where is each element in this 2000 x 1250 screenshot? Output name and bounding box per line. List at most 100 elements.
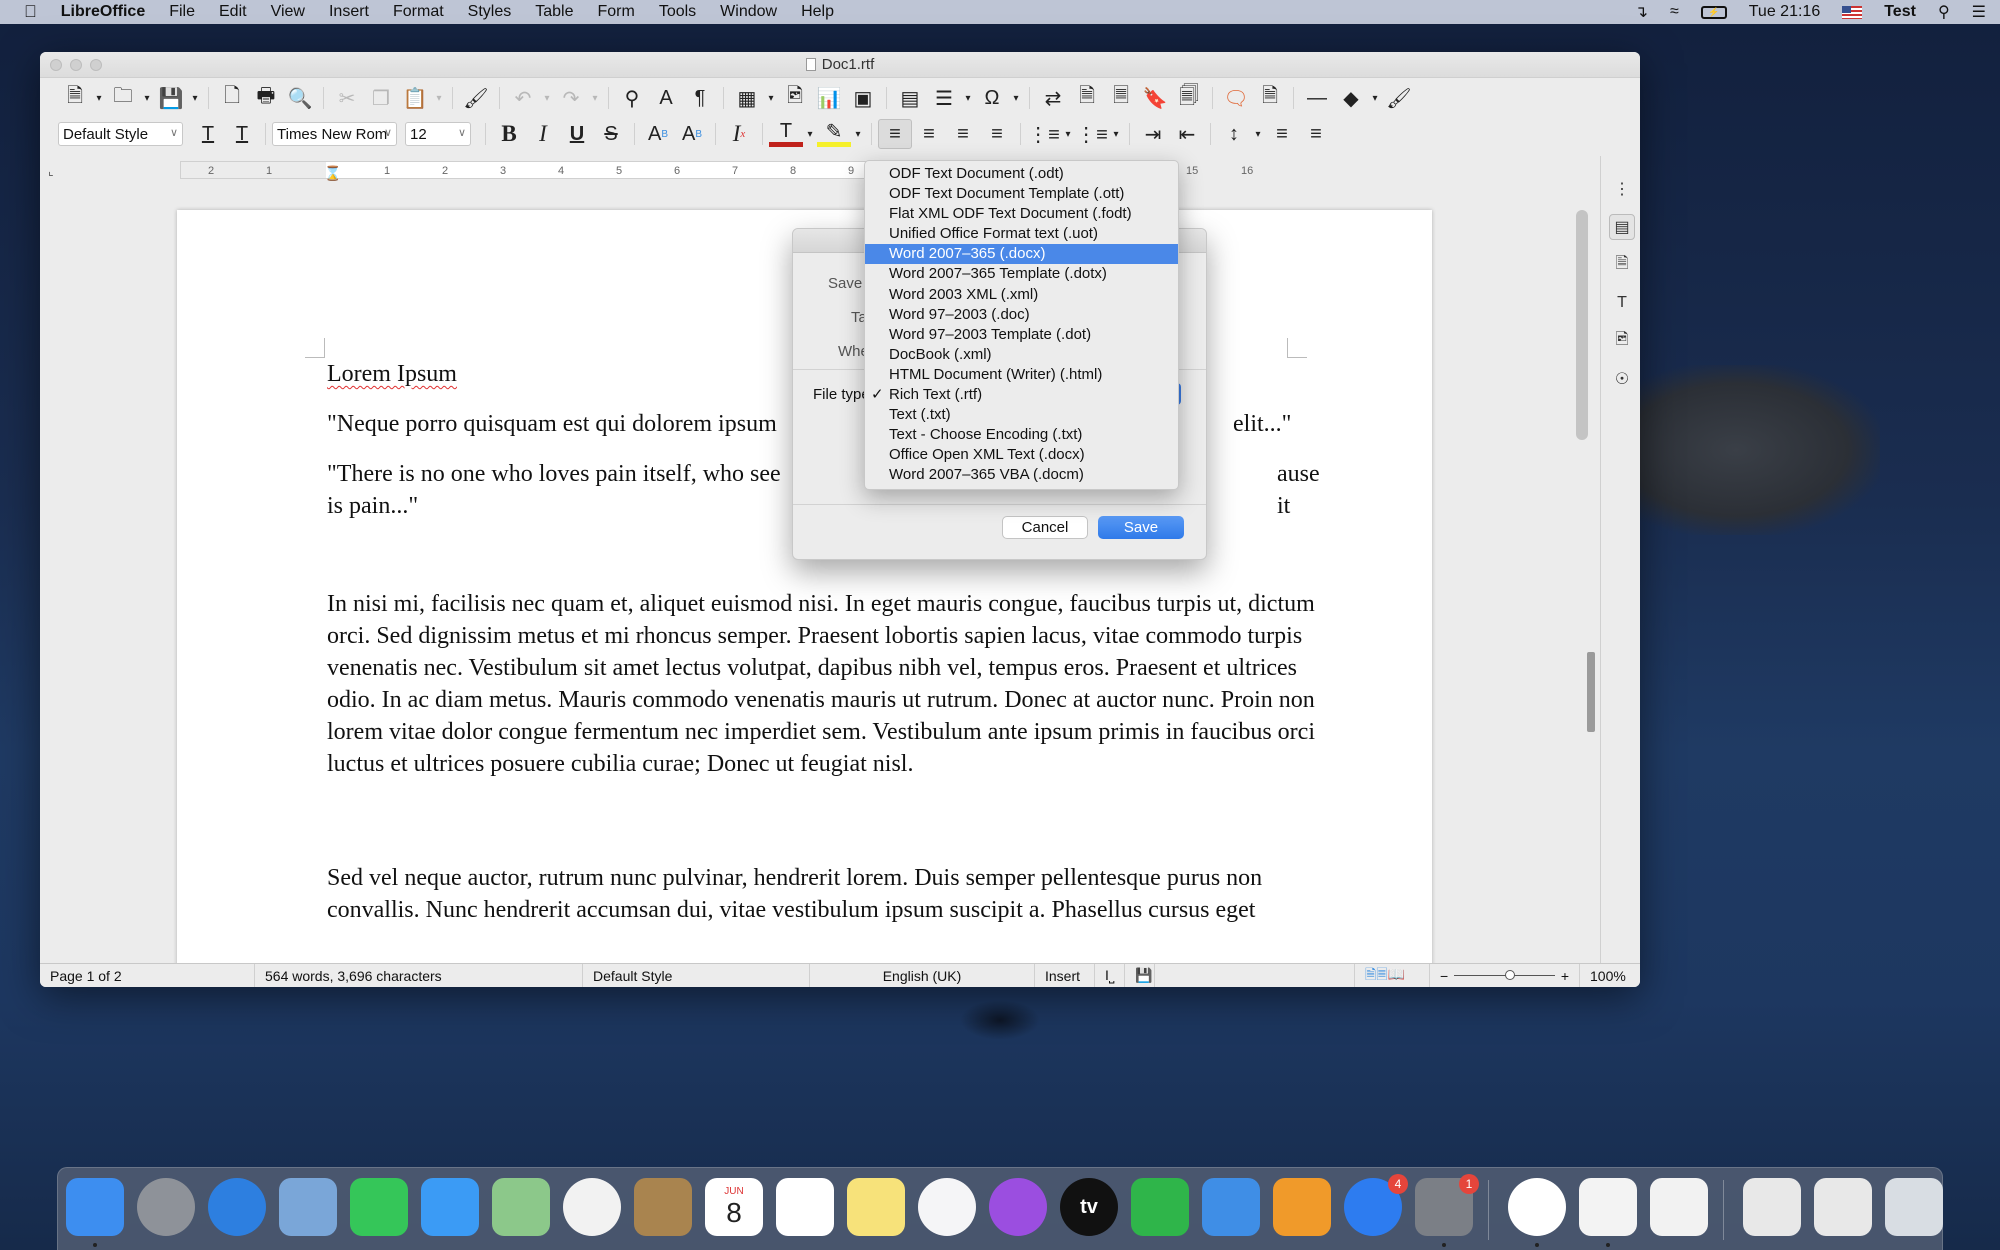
find-replace-icon[interactable]: ⚲ <box>615 83 649 113</box>
dock-calendar-icon[interactable]: JUN 8 <box>705 1178 763 1236</box>
open-folder-icon[interactable]: 🗀 <box>106 83 140 113</box>
increase-paragraph-spacing-icon[interactable]: ≡ <box>1265 119 1299 149</box>
dock-pages-icon[interactable] <box>1273 1178 1331 1236</box>
insert-endnote-icon[interactable]: 🗏 <box>1104 83 1138 113</box>
dock-reminders-icon[interactable] <box>776 1178 834 1236</box>
zoom-out-icon[interactable]: − <box>1440 968 1448 984</box>
superscript-icon[interactable]: AB <box>641 119 675 149</box>
undo-icon[interactable]: ↶ <box>506 83 540 113</box>
apple-menu-icon[interactable]:  <box>0 2 51 22</box>
menu-file[interactable]: File <box>157 3 207 21</box>
file-type-option[interactable]: DocBook (.xml) <box>865 345 1178 365</box>
insert-hyperlink-icon[interactable]: ⇄ <box>1036 83 1070 113</box>
file-type-option[interactable]: Word 2007–365 VBA (.docm) <box>865 465 1178 485</box>
menu-view[interactable]: View <box>259 3 317 21</box>
zoom-slider[interactable]: − + <box>1430 963 1580 987</box>
print-preview-icon[interactable]: 🔍 <box>283 83 317 113</box>
insert-textbox-icon[interactable]: ▣ <box>846 83 880 113</box>
formatting-marks-icon[interactable]: ¶ <box>683 83 717 113</box>
align-right-icon[interactable]: ≡ <box>946 119 980 149</box>
menu-table[interactable]: Table <box>523 3 585 21</box>
line-spacing-icon[interactable]: ↕ <box>1217 119 1251 149</box>
file-type-option[interactable]: ✓ Rich Text (.rtf) <box>865 385 1178 405</box>
menu-styles[interactable]: Styles <box>456 3 524 21</box>
ordered-list-dropdown-icon[interactable]: ▾ <box>1109 119 1123 149</box>
dock-system-preferences-icon[interactable]: 1 <box>1415 1174 1479 1236</box>
underline-button[interactable]: U <box>560 119 594 149</box>
draw-icon[interactable]: 🖌 <box>1382 83 1416 113</box>
dock-app-store-icon[interactable]: 4 <box>1344 1174 1408 1236</box>
file-type-option[interactable]: HTML Document (Writer) (.html) <box>865 365 1178 385</box>
ordered-list-icon[interactable]: ⋮≡ <box>1075 119 1109 149</box>
insert-page-break-icon[interactable]: ▤ <box>893 83 927 113</box>
sidebar-menu-icon[interactable]: ⋮ <box>1609 176 1635 202</box>
zoom-in-icon[interactable]: + <box>1561 968 1569 984</box>
word-count[interactable]: 564 words, 3,696 characters <box>255 963 583 987</box>
menu-form[interactable]: Form <box>585 3 646 21</box>
file-type-option[interactable]: Word 97–2003 Template (.dot) <box>865 325 1178 345</box>
gallery-icon[interactable]: 🖻 <box>1609 328 1635 354</box>
zoom-track[interactable] <box>1454 970 1555 980</box>
redo-dropdown-icon[interactable]: ▾ <box>588 83 602 113</box>
dock-tv-icon[interactable]: tv <box>1060 1178 1118 1236</box>
file-type-option[interactable]: Flat XML ODF Text Document (.fodt) <box>865 204 1178 224</box>
dock-textedit-icon[interactable] <box>1650 1178 1708 1236</box>
file-type-option[interactable]: Text - Choose Encoding (.txt) <box>865 425 1178 445</box>
update-style-icon[interactable]: T <box>191 119 225 149</box>
battery-charging-icon[interactable]: ⚡ <box>1700 5 1727 19</box>
insert-field-icon[interactable]: ☰ <box>927 83 961 113</box>
dock-maps-icon[interactable] <box>492 1178 550 1236</box>
dock-downloads-icon[interactable] <box>1814 1178 1872 1236</box>
insert-footnote-icon[interactable]: 🗎 <box>1070 83 1104 113</box>
redo-icon[interactable]: ↷ <box>554 83 588 113</box>
field-dropdown-icon[interactable]: ▾ <box>961 83 975 113</box>
dock-contacts-icon[interactable] <box>634 1178 692 1236</box>
dock-messages-icon[interactable] <box>421 1178 479 1236</box>
file-type-option[interactable]: Word 2007–365 (.docx) <box>865 244 1178 265</box>
navigator-icon[interactable]: ☉ <box>1609 366 1635 392</box>
save-icon[interactable]: 💾 <box>154 83 188 113</box>
page-icon[interactable]: 🗎 <box>1609 252 1635 278</box>
menu-tools[interactable]: Tools <box>647 3 708 21</box>
file-type-option[interactable]: Text (.txt) <box>865 405 1178 425</box>
align-center-icon[interactable]: ≡ <box>912 119 946 149</box>
spotlight-icon[interactable]: ⚲ <box>1938 2 1950 22</box>
paste-icon[interactable]: 📋 <box>398 83 432 113</box>
bold-button[interactable]: B <box>492 119 526 149</box>
insert-mode[interactable]: Insert <box>1035 963 1095 987</box>
align-left-icon[interactable]: ≡ <box>878 119 912 149</box>
highlight-dropdown-icon[interactable]: ▾ <box>851 119 865 149</box>
vertical-scrollbar[interactable] <box>1576 210 1588 440</box>
file-type-option[interactable]: Word 97–2003 (.doc) <box>865 305 1178 325</box>
dock-notes-icon[interactable] <box>847 1178 905 1236</box>
page-style[interactable]: Default Style <box>583 963 810 987</box>
font-size-select[interactable]: 12 ∨ <box>405 122 471 146</box>
title-bar[interactable]: Doc1.rtf <box>40 52 1640 78</box>
zoom-level[interactable]: 100% <box>1580 964 1636 988</box>
first-line-indent-icon[interactable]: ⌛ <box>324 165 341 182</box>
dock-keynote-icon[interactable] <box>1202 1178 1260 1236</box>
dock-mail-icon[interactable] <box>279 1178 337 1236</box>
dock-trash-icon[interactable] <box>1885 1178 1943 1236</box>
zoom-thumb[interactable] <box>1504 970 1515 980</box>
clear-formatting-icon[interactable]: Ix <box>722 119 756 149</box>
menu-window[interactable]: Window <box>708 3 789 21</box>
insert-cross-reference-icon[interactable]: 🗐 <box>1172 83 1206 113</box>
file-type-option[interactable]: Word 2007–365 Template (.dotx) <box>865 264 1178 284</box>
track-changes-icon[interactable]: 🗎 <box>1253 83 1287 113</box>
dock-launchpad-icon[interactable] <box>137 1178 195 1236</box>
menu-help[interactable]: Help <box>789 3 846 21</box>
dock-podcasts-icon[interactable] <box>989 1178 1047 1236</box>
dock-safari-icon[interactable] <box>208 1178 266 1236</box>
copy-icon[interactable]: ❐ <box>364 83 398 113</box>
special-char-dropdown-icon[interactable]: ▾ <box>1009 83 1023 113</box>
dock-finder-icon[interactable] <box>66 1178 124 1236</box>
insert-bookmark-icon[interactable]: 🔖 <box>1138 83 1172 113</box>
view-layout-icons[interactable]: 🗎🗏📖 <box>1355 963 1430 987</box>
cut-icon[interactable]: ✂ <box>330 83 364 113</box>
selection-mode-icon[interactable]: I⎵ <box>1095 963 1125 987</box>
insert-table-icon[interactable]: ▦ <box>730 83 764 113</box>
line-spacing-dropdown-icon[interactable]: ▾ <box>1251 119 1265 149</box>
dock-facetime-icon[interactable] <box>350 1178 408 1236</box>
save-dropdown-icon[interactable]: ▾ <box>188 83 202 113</box>
